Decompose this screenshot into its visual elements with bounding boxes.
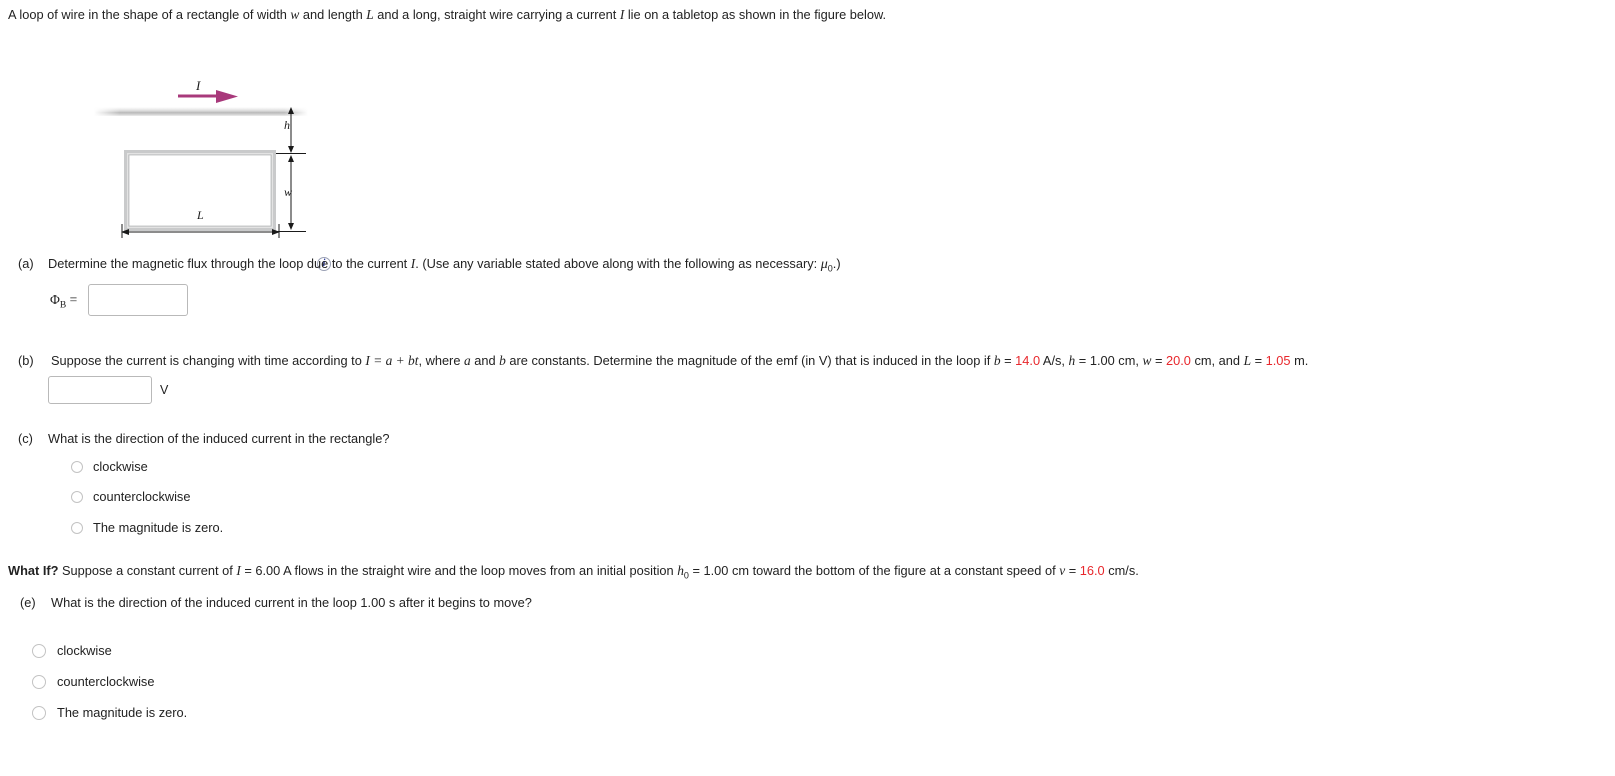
question-a-text-1: Determine the magnetic flux through the … [48, 256, 411, 271]
question-e-option-clockwise[interactable]: clockwise [32, 643, 112, 658]
question-b-text-3: and [470, 353, 500, 368]
what-if-text-1: Suppose a constant current of [58, 563, 237, 578]
dimension-label-L: L [197, 208, 204, 222]
intro-text-1: A loop of wire in the shape of a rectang… [8, 7, 291, 22]
what-if-text-3: = 1.00 cm toward the bottom of the figur… [688, 563, 1060, 578]
intro-text-3: and a long, straight wire carrying a cur… [373, 7, 620, 22]
question-b-given-L-unit: m. [1290, 353, 1309, 368]
what-if-v-unit: cm/s. [1104, 563, 1139, 578]
what-if-prefix: What If? [8, 563, 59, 578]
question-e-option-counterclockwise[interactable]: counterclockwise [32, 674, 154, 689]
question-e-text: What is the direction of the induced cur… [51, 595, 532, 610]
flux-answer-label: ΦB = [50, 292, 77, 311]
question-b-given-w-value: 20.0 [1166, 353, 1191, 368]
question-e-option-label-2: The magnitude is zero. [57, 705, 188, 720]
what-if-text-2: = 6.00 A flows in the straight wire and … [240, 563, 678, 578]
question-b-given-w-unit: cm, and [1190, 353, 1244, 368]
question-b-given-w-eq: = [1151, 353, 1167, 368]
dimension-label-w: w [284, 185, 293, 199]
question-e-option-zero[interactable]: The magnitude is zero. [32, 705, 187, 720]
what-if-statement: What If? Suppose a constant current of I… [8, 563, 1139, 581]
question-c-option-zero[interactable]: The magnitude is zero. [71, 520, 223, 535]
question-c-option-clockwise[interactable]: clockwise [71, 459, 148, 474]
emf-answer-input[interactable] [48, 376, 152, 404]
radio-e-zero[interactable] [32, 705, 46, 720]
question-c-tag: (c) [18, 431, 33, 446]
flux-answer-input[interactable] [88, 284, 188, 316]
question-b-text: Suppose the current is changing with tim… [51, 353, 1308, 369]
radio-c-counterclockwise[interactable] [71, 490, 83, 503]
question-b-text-1: Suppose the current is changing with tim… [51, 353, 366, 368]
question-b-tag: (b) [18, 353, 34, 368]
question-b-given-b-var: b [993, 353, 1001, 368]
dimension-label-h: h [284, 118, 290, 132]
emf-unit-label: V [160, 383, 169, 397]
problem-figure: I h w L i [0, 36, 360, 271]
question-e-tag: (e) [20, 595, 36, 610]
flux-symbol: Φ [50, 292, 60, 307]
flux-equals: = [66, 292, 78, 307]
question-b-given-h-value: 1.00 [1089, 353, 1115, 368]
wire-fade-left [94, 107, 120, 116]
question-b-given-b-eq: = [1000, 353, 1016, 368]
radio-e-clockwise[interactable] [32, 643, 46, 658]
current-arrow-icon [178, 90, 238, 103]
intro-text-4: lie on a tabletop as shown in the figure… [624, 7, 887, 22]
question-b-given-h-unit: cm, [1114, 353, 1143, 368]
question-e-option-label-0: clockwise [57, 643, 112, 658]
intro-text-2: and length [299, 7, 367, 22]
question-b-given-b-unit: A/s, [1040, 353, 1069, 368]
question-b-var-a: a [464, 353, 471, 368]
question-c-text: What is the direction of the induced cur… [48, 431, 390, 446]
radio-e-counterclockwise[interactable] [32, 674, 46, 689]
question-a-var-mu: μ [820, 257, 828, 272]
problem-statement: A loop of wire in the shape of a rectang… [8, 7, 886, 23]
question-c-option-label-0: clockwise [93, 459, 148, 474]
question-b-eq-rest: = a + bt [369, 353, 419, 368]
question-b-var-b: b [499, 353, 506, 368]
question-c-option-label-1: counterclockwise [93, 489, 191, 504]
question-a-tag: (a) [18, 256, 34, 271]
radio-c-zero[interactable] [71, 521, 83, 534]
question-b-given-L-eq: = [1251, 353, 1266, 368]
question-b-given-h-eq: = [1075, 353, 1090, 368]
radio-c-clockwise[interactable] [71, 460, 83, 473]
question-a-text-3: .) [832, 256, 841, 271]
what-if-v-eq: = [1065, 563, 1080, 578]
straight-current-wire [94, 107, 308, 116]
question-e-option-label-1: counterclockwise [57, 674, 155, 689]
problem-page: A loop of wire in the shape of a rectang… [0, 0, 1615, 776]
intro-var-L: L [366, 7, 374, 22]
question-a-text-2: . (Use any variable stated above along w… [415, 256, 821, 271]
question-c-option-label-2: The magnitude is zero. [93, 520, 224, 535]
what-if-v-value: 16.0 [1079, 563, 1105, 578]
question-b-given-L-var: L [1243, 353, 1252, 368]
question-b-given-L-value: 1.05 [1265, 353, 1291, 368]
what-if-var-h: h [677, 563, 684, 578]
question-c-option-counterclockwise[interactable]: counterclockwise [71, 489, 190, 504]
question-a-text: Determine the magnetic flux through the … [48, 256, 841, 274]
question-b-text-4: are constants. Determine the magnitude o… [505, 353, 994, 368]
question-b-given-b-value: 14.0 [1015, 353, 1041, 368]
question-b-text-2: , where [418, 353, 464, 368]
